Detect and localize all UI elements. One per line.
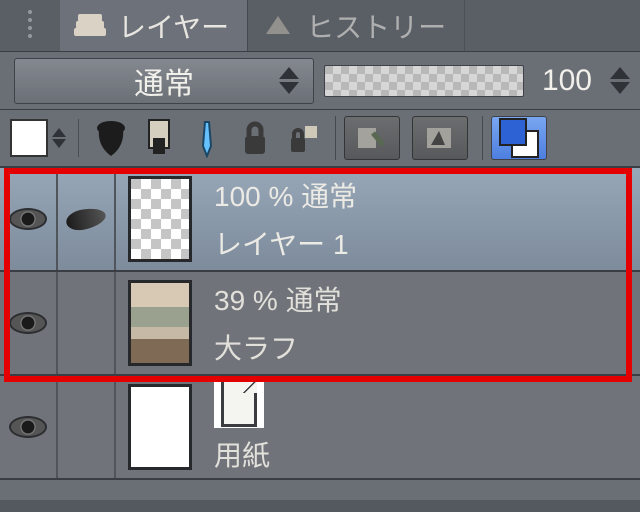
mask-enable-button[interactable] [412, 116, 468, 160]
visibility-toggle[interactable] [0, 272, 58, 374]
layer-row[interactable]: 100 % 通常 レイヤー 1 [0, 168, 640, 272]
palette-color-well[interactable] [10, 119, 79, 157]
visibility-toggle[interactable] [0, 376, 58, 478]
tab-history-label: ヒストリー [306, 6, 446, 46]
blend-opacity-row: 通常 100 [0, 52, 640, 110]
clip-alpha-icon[interactable] [93, 118, 129, 158]
mask-icon[interactable] [141, 118, 177, 158]
active-edit-toggle[interactable] [58, 376, 116, 478]
lock-icon[interactable] [237, 118, 273, 158]
thumbnail-white [128, 384, 192, 470]
layer-name[interactable]: レイヤー 1 [214, 223, 640, 263]
thumbnail-image [128, 280, 192, 366]
layer-name[interactable]: 大ラフ [214, 327, 640, 367]
palette-spinner-icon [52, 128, 70, 148]
eye-icon [9, 312, 47, 334]
panel-grip[interactable] [0, 0, 60, 51]
blend-mode-dropdown[interactable]: 通常 [14, 58, 314, 104]
palette-color-swatch [10, 119, 48, 157]
layer-thumbnail[interactable] [116, 272, 204, 374]
layer-thumbnail[interactable] [116, 168, 204, 270]
layer-tools-row [0, 110, 640, 168]
layer-row[interactable]: 用紙 [0, 376, 640, 480]
active-edit-toggle[interactable] [58, 168, 116, 270]
layer-color-button[interactable] [491, 116, 547, 160]
horizontal-scrollbar[interactable] [0, 500, 640, 512]
tab-history[interactable]: ヒストリー [248, 0, 465, 51]
tab-layers-label: レイヤー [118, 6, 229, 46]
page-icon [221, 379, 257, 427]
fg-bg-swatch-icon [499, 118, 539, 158]
paper-icon-thumb [214, 378, 264, 428]
brush-icon [64, 205, 107, 233]
layers-stack-icon [70, 8, 110, 44]
eye-icon [9, 208, 47, 230]
eye-icon [9, 416, 47, 438]
history-icon [258, 8, 298, 44]
thumbnail-checker [128, 176, 192, 262]
layer-name[interactable]: 用紙 [214, 434, 640, 474]
layer-row[interactable]: 39 % 通常 大ラフ [0, 272, 640, 376]
tab-layers[interactable]: レイヤー [60, 0, 248, 51]
opacity-value: 100 [534, 64, 596, 98]
layers-list: 100 % 通常 レイヤー 1 39 % 通常 大ラフ 用紙 [0, 168, 640, 480]
blend-mode-value: 通常 [134, 59, 194, 103]
pen-icon[interactable] [189, 118, 225, 158]
layer-thumbnail[interactable] [116, 376, 204, 478]
active-edit-toggle[interactable] [58, 272, 116, 374]
panel-tabs: レイヤー ヒストリー [0, 0, 640, 52]
visibility-toggle[interactable] [0, 168, 58, 270]
layer-opacity-mode: 39 % 通常 [214, 279, 640, 319]
layer-opacity-mode: 100 % 通常 [214, 175, 640, 215]
lock-alpha-icon[interactable] [285, 118, 321, 158]
opacity-slider[interactable] [324, 65, 524, 97]
dropdown-spinner-icon [275, 67, 303, 94]
opacity-spinner[interactable] [606, 67, 634, 94]
mask-add-button[interactable] [344, 116, 400, 160]
